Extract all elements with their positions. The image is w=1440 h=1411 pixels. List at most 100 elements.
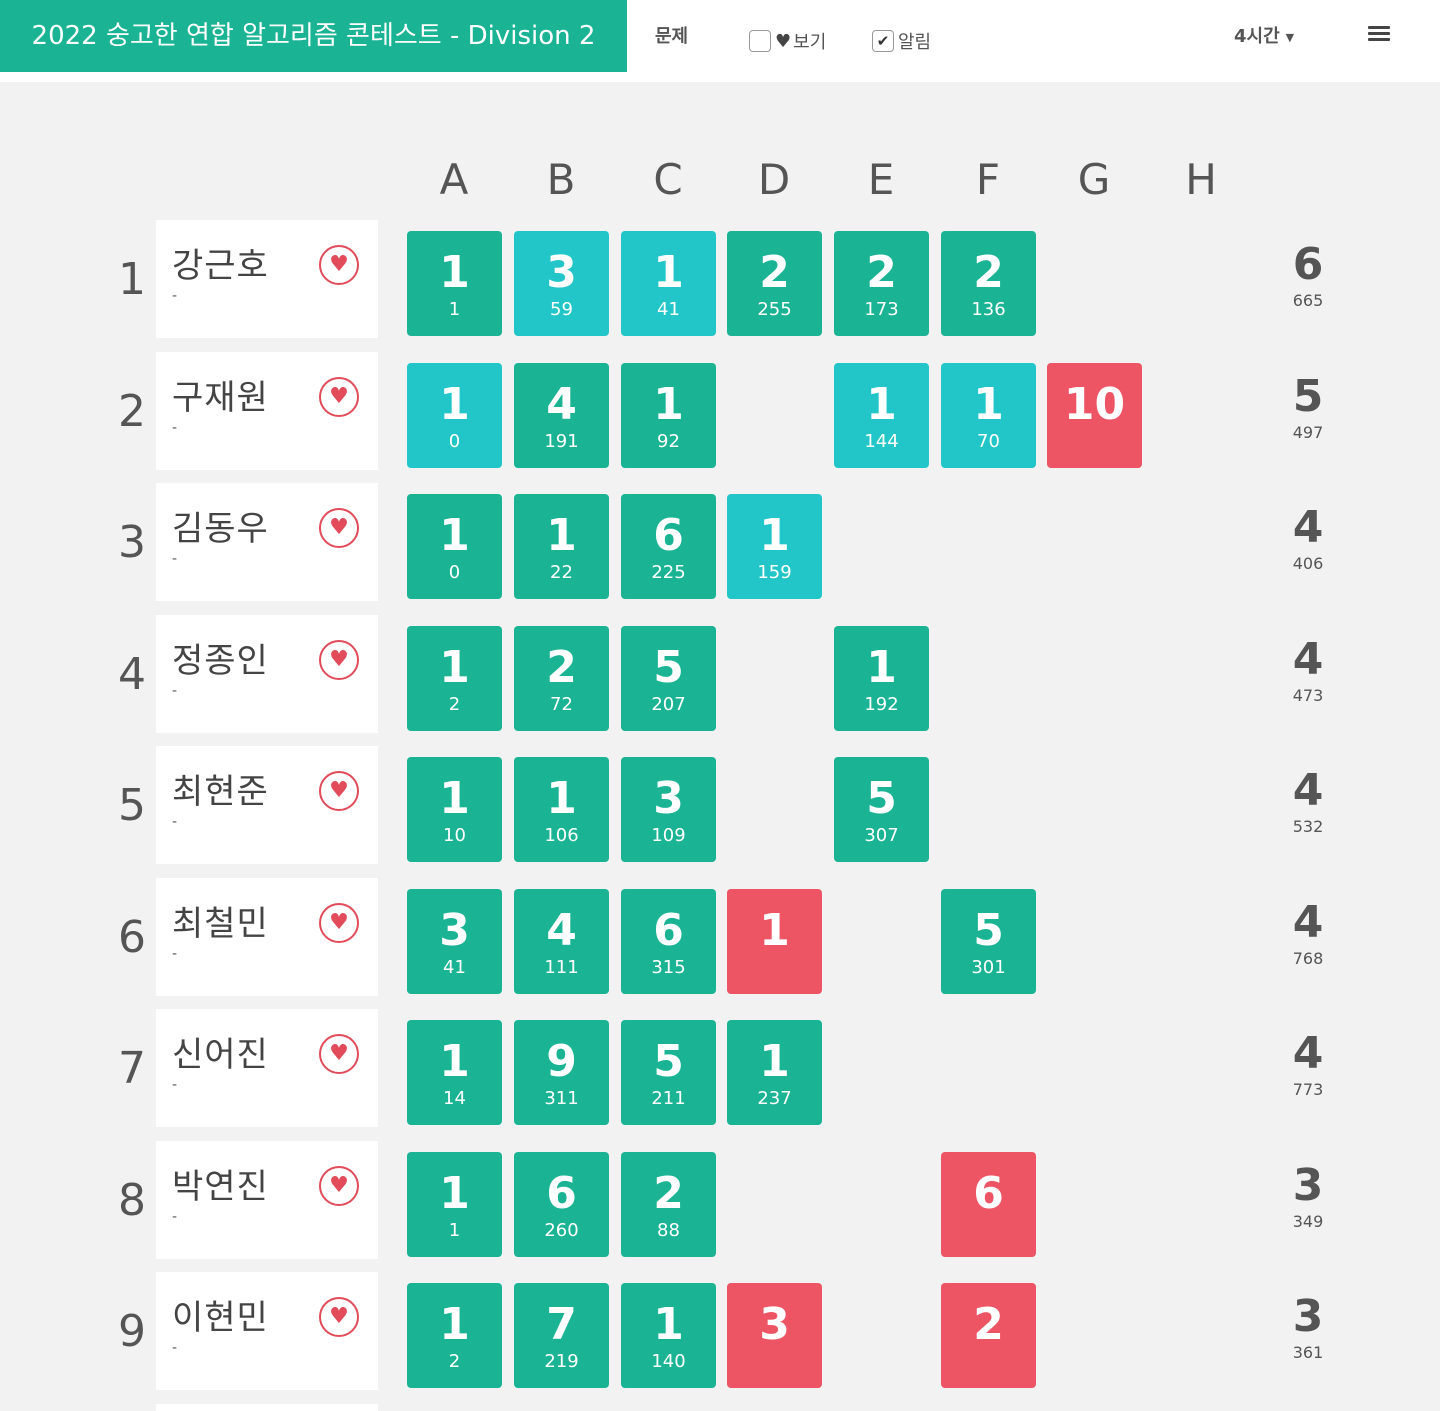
problem-cell-c[interactable]: 6 315	[621, 889, 716, 994]
problem-header-e[interactable]: E	[834, 155, 928, 204]
problem-cell-a[interactable]: 1 0	[407, 494, 502, 599]
problem-cell-e[interactable]: 5 307	[834, 757, 929, 862]
problem-cell-a[interactable]: 1 2	[407, 1283, 502, 1388]
participant-name[interactable]: 이현민	[172, 1290, 269, 1339]
attempt-count: 1	[546, 510, 577, 561]
notify-toggle[interactable]: ✔ 알림	[872, 28, 931, 54]
participant-card[interactable]: 박연진 - ♥	[156, 1141, 378, 1259]
view-favorites-checkbox[interactable]	[749, 30, 771, 52]
problem-cell-e[interactable]: 1 192	[834, 626, 929, 731]
problem-cell-a[interactable]: 1 0	[407, 363, 502, 468]
problem-cell-b[interactable]: 1 22	[514, 494, 609, 599]
participant-name[interactable]: 구재원	[172, 370, 269, 419]
problem-cell-b[interactable]: 9 311	[514, 1020, 609, 1125]
problem-cell-a[interactable]: 1 2	[407, 626, 502, 731]
participant-card[interactable]: 구재원 - ♥	[156, 352, 378, 470]
problem-cell-a[interactable]: 3 41	[407, 889, 502, 994]
favorite-heart-icon[interactable]: ♥	[319, 1166, 359, 1206]
solve-time: 109	[651, 825, 686, 846]
problems-link[interactable]: 문제	[655, 22, 688, 48]
menu-icon[interactable]	[1368, 26, 1390, 44]
favorite-heart-icon[interactable]: ♥	[319, 508, 359, 548]
favorite-heart-icon[interactable]: ♥	[319, 1034, 359, 1074]
participant-card[interactable]: 최철민 - ♥	[156, 878, 378, 996]
time-select-dropdown[interactable]: 4시간 ▼	[1234, 22, 1294, 48]
problem-header-b[interactable]: B	[514, 155, 608, 204]
problem-cell-b[interactable]: 4 191	[514, 363, 609, 468]
solve-time: 10	[443, 825, 466, 846]
problem-cell-c[interactable]: 1 41	[621, 231, 716, 336]
problem-cell-a[interactable]: 1 10	[407, 757, 502, 862]
problem-header-a[interactable]: A	[407, 155, 501, 204]
problem-cell-e[interactable]: 1 144	[834, 363, 929, 468]
participant-card[interactable]: 김동우 - ♥	[156, 483, 378, 601]
participant-name[interactable]: 강근호	[172, 238, 269, 287]
problem-cell-d[interactable]: 1 159	[727, 494, 822, 599]
participant-name[interactable]: 정종인	[172, 633, 269, 682]
problem-cell-g[interactable]: 10	[1047, 363, 1142, 468]
favorite-heart-icon[interactable]: ♥	[319, 1297, 359, 1337]
attempt-count: 2	[759, 247, 790, 298]
favorite-heart-icon[interactable]: ♥	[319, 903, 359, 943]
problem-cell-f[interactable]: 2 136	[941, 231, 1036, 336]
solve-time: 70	[977, 431, 1000, 452]
view-favorites-toggle[interactable]: ♥ 보기	[749, 28, 826, 54]
problem-cell-c[interactable]: 1 140	[621, 1283, 716, 1388]
problem-cell-b[interactable]: 7 219	[514, 1283, 609, 1388]
problem-cell-f[interactable]: 6	[941, 1152, 1036, 1257]
problem-header-f[interactable]: F	[941, 155, 1035, 204]
problem-cell-c[interactable]: 3 109	[621, 757, 716, 862]
attempt-count: 5	[973, 905, 1004, 956]
participant-name[interactable]: 최현준	[172, 764, 269, 813]
problem-header-h[interactable]: H	[1154, 155, 1248, 204]
participant-name[interactable]: 박연진	[172, 1159, 269, 1208]
problem-cell-c[interactable]: 2 88	[621, 1152, 716, 1257]
participant-card[interactable]: 최현준 - ♥	[156, 746, 378, 864]
problem-header-g[interactable]: G	[1047, 155, 1141, 204]
problem-cell-b[interactable]: 2 72	[514, 626, 609, 731]
participant-name[interactable]: 김동우	[172, 501, 269, 550]
participant-message: -	[172, 551, 178, 567]
favorite-heart-icon[interactable]: ♥	[319, 377, 359, 417]
problem-cell-d[interactable]: 2 255	[727, 231, 822, 336]
problem-cell-f[interactable]: 2	[941, 1283, 1036, 1388]
problem-cell-b[interactable]: 6 260	[514, 1152, 609, 1257]
participant-card[interactable]: 정종인 - ♥	[156, 615, 378, 733]
problem-cell-c[interactable]: 5 207	[621, 626, 716, 731]
contest-title[interactable]: 2022 숭고한 연합 알고리즘 콘테스트 - Division 2	[0, 0, 627, 72]
scoreboard-row: 7 신어진 - ♥ 1 14 9 311 5 211 1 237 4 773	[0, 1009, 1440, 1127]
problem-cell-b[interactable]: 4 111	[514, 889, 609, 994]
total-score: 3 349	[1258, 1161, 1358, 1233]
problem-cell-c[interactable]: 6 225	[621, 494, 716, 599]
participant-name[interactable]: 신어진	[172, 1027, 269, 1076]
participant-card[interactable]: 신어진 - ♥	[156, 1009, 378, 1127]
favorite-heart-icon[interactable]: ♥	[319, 640, 359, 680]
problem-cell-d[interactable]: 1	[727, 889, 822, 994]
participant-card[interactable]: 강근호 - ♥	[156, 220, 378, 338]
problem-cell-a[interactable]: 1 1	[407, 231, 502, 336]
scoreboard-row: 1 강근호 - ♥ 1 1 3 59 1 41 2 255 2 173 2 13…	[0, 220, 1440, 338]
problem-cell-d[interactable]: 3	[727, 1283, 822, 1388]
rank: 7	[118, 1043, 146, 1094]
problem-cell-f[interactable]: 1 70	[941, 363, 1036, 468]
notify-checkbox[interactable]: ✔	[872, 30, 894, 52]
problem-cell-d[interactable]: 1 237	[727, 1020, 822, 1125]
participant-message: -	[172, 420, 178, 436]
attempt-count: 1	[653, 379, 684, 430]
participant-card[interactable]	[156, 1404, 378, 1411]
problem-cell-f[interactable]: 5 301	[941, 889, 1036, 994]
problem-cell-c[interactable]: 1 92	[621, 363, 716, 468]
problem-cell-b[interactable]: 3 59	[514, 231, 609, 336]
problem-header-d[interactable]: D	[727, 155, 821, 204]
problem-cell-a[interactable]: 1 14	[407, 1020, 502, 1125]
total-score: 4 406	[1258, 503, 1358, 575]
problem-cell-e[interactable]: 2 173	[834, 231, 929, 336]
problem-header-c[interactable]: C	[621, 155, 715, 204]
problem-cell-a[interactable]: 1 1	[407, 1152, 502, 1257]
favorite-heart-icon[interactable]: ♥	[319, 771, 359, 811]
participant-name[interactable]: 최철민	[172, 896, 269, 945]
problem-cell-c[interactable]: 5 211	[621, 1020, 716, 1125]
problem-cell-b[interactable]: 1 106	[514, 757, 609, 862]
participant-card[interactable]: 이현민 - ♥	[156, 1272, 378, 1390]
favorite-heart-icon[interactable]: ♥	[319, 245, 359, 285]
